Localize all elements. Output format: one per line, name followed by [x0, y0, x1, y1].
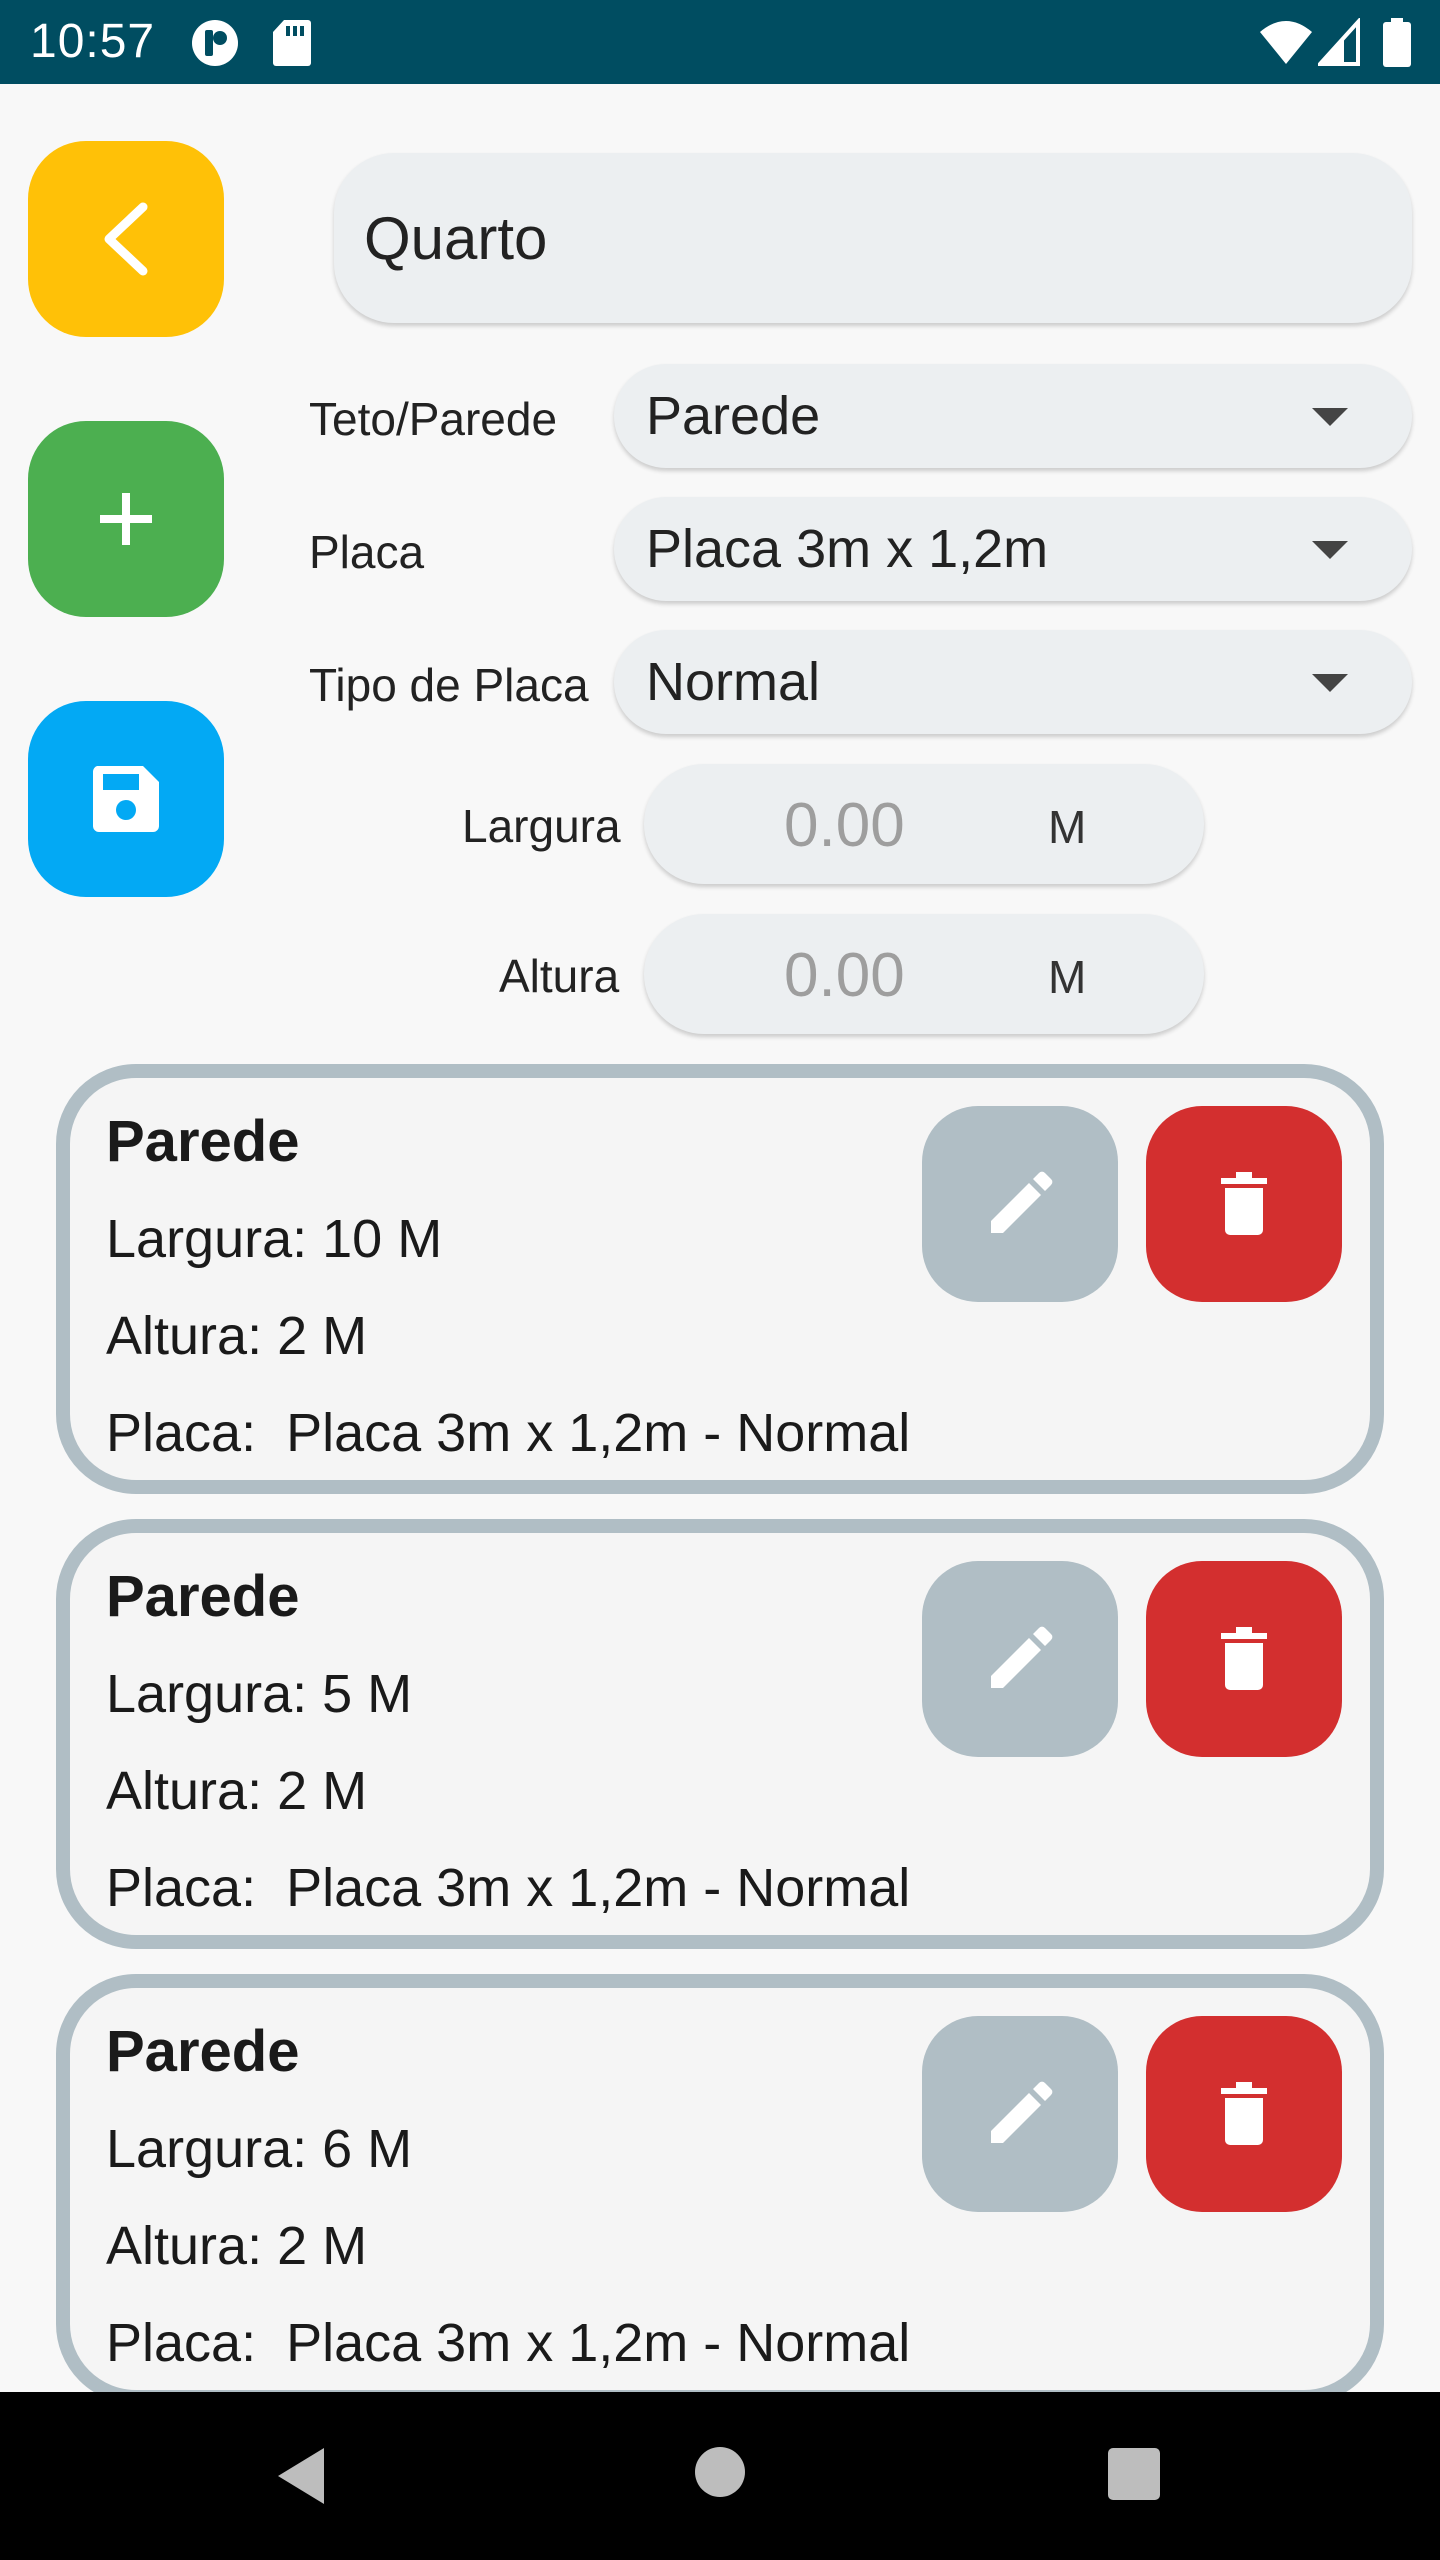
item-width: Largura: 10 M	[106, 1209, 443, 1269]
nav-home-icon[interactable]	[694, 2446, 746, 2498]
item-height: Altura: 2 M	[106, 2216, 368, 2276]
nav-recents-icon[interactable]	[1108, 2448, 1160, 2500]
floppy-disk-icon	[92, 766, 159, 832]
delete-button[interactable]	[1146, 1561, 1342, 1757]
delete-button[interactable]	[1146, 2016, 1342, 2212]
pencil-icon	[991, 1171, 1053, 1233]
status-time: 10:57	[30, 15, 156, 68]
item-board: Placa: Placa 3m x 1,2m - Normal	[106, 2313, 911, 2373]
edit-button[interactable]	[922, 1106, 1118, 1302]
navigation-bar	[0, 2392, 1440, 2560]
trash-icon	[1221, 1627, 1267, 1690]
board-type-select[interactable]: Normal	[614, 630, 1412, 734]
add-item-button[interactable]	[28, 421, 224, 617]
room-name-input[interactable]: Quarto	[334, 153, 1412, 323]
board-select-value: Placa 3m x 1,2m	[646, 519, 1049, 579]
dropdown-arrow-icon	[1312, 408, 1348, 426]
edit-button[interactable]	[922, 1561, 1118, 1757]
back-button[interactable]	[28, 141, 224, 337]
content-area: Quarto Teto/Parede Parede Placa Placa 3m…	[0, 84, 1440, 2392]
board-type-label: Tipo de Placa	[309, 659, 589, 711]
item-board: Placa: Placa 3m x 1,2m - Normal	[106, 1858, 911, 1918]
item-card: Parede Largura: 6 M Altura: 2 M Placa: P…	[56, 1974, 1384, 2392]
nav-back-icon[interactable]	[272, 2444, 328, 2508]
item-title: Parede	[106, 1109, 300, 1174]
pencil-icon	[991, 2081, 1053, 2143]
signal-icon	[1318, 18, 1360, 66]
pencil-icon	[991, 1626, 1053, 1688]
app-notification-icon	[192, 20, 238, 66]
trash-icon	[1221, 1172, 1267, 1235]
delete-button[interactable]	[1146, 1106, 1342, 1302]
board-type-select-value: Normal	[646, 652, 821, 712]
type-select[interactable]: Parede	[614, 364, 1412, 468]
item-width: Largura: 6 M	[106, 2119, 413, 2179]
type-label: Teto/Parede	[309, 393, 558, 445]
sd-card-icon	[273, 20, 311, 66]
height-label: Altura	[499, 950, 620, 1002]
item-title: Parede	[106, 2019, 300, 2084]
trash-icon	[1221, 2082, 1267, 2145]
width-unit: M	[1048, 801, 1087, 853]
item-card: Parede Largura: 10 M Altura: 2 M Placa: …	[56, 1064, 1384, 1494]
item-title: Parede	[106, 1564, 300, 1629]
width-label: Largura	[462, 800, 621, 852]
item-card: Parede Largura: 5 M Altura: 2 M Placa: P…	[56, 1519, 1384, 1949]
chevron-left-icon	[104, 202, 148, 276]
type-select-value: Parede	[646, 386, 821, 446]
height-input-placeholder: 0.00	[784, 941, 905, 1010]
save-button[interactable]	[28, 701, 224, 897]
item-height: Altura: 2 M	[106, 1761, 368, 1821]
plus-icon	[100, 493, 152, 545]
item-width: Largura: 5 M	[106, 1664, 413, 1724]
battery-icon	[1383, 18, 1411, 67]
width-input[interactable]: 0.00 M	[644, 764, 1204, 884]
edit-button[interactable]	[922, 2016, 1118, 2212]
dropdown-arrow-icon	[1312, 674, 1348, 692]
wifi-icon	[1260, 21, 1312, 64]
item-height: Altura: 2 M	[106, 1306, 368, 1366]
dropdown-arrow-icon	[1312, 541, 1348, 559]
width-input-placeholder: 0.00	[784, 791, 905, 860]
board-select[interactable]: Placa 3m x 1,2m	[614, 497, 1412, 601]
height-input[interactable]: 0.00 M	[644, 914, 1204, 1034]
status-bar: 10:57	[0, 0, 1440, 84]
height-unit: M	[1048, 951, 1087, 1003]
board-label: Placa	[309, 526, 425, 578]
item-board: Placa: Placa 3m x 1,2m - Normal	[106, 1403, 911, 1463]
